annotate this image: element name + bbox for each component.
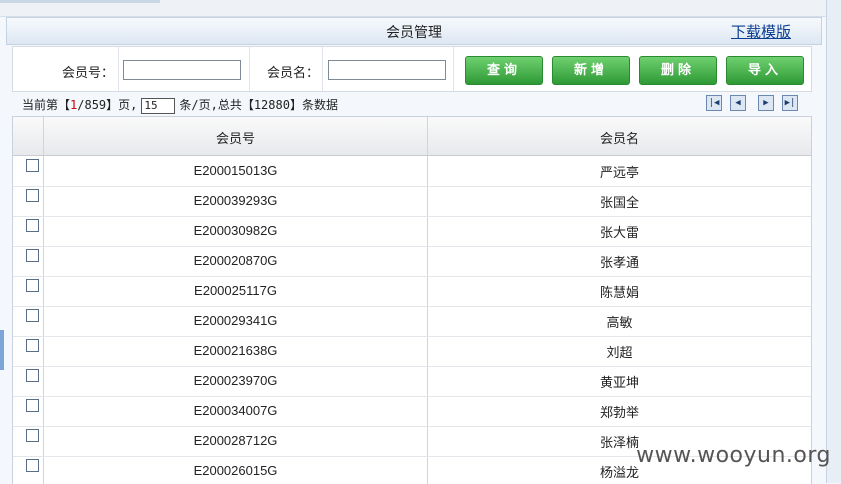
search-form: 会员号： 会员名： 查询 新增 删除 导入 bbox=[12, 46, 812, 92]
table-row[interactable]: E200039293G 张国全 bbox=[13, 186, 811, 217]
pagination-info: 当前第【1/859】页, 15 条/页,总共【12880】条数据 bbox=[22, 96, 338, 114]
column-header-member-no[interactable]: 会员号 bbox=[44, 128, 427, 147]
first-page-icon[interactable]: |◀ bbox=[706, 95, 722, 111]
member-name-cell: 张国全 bbox=[599, 196, 639, 211]
total-records: 12880 bbox=[253, 98, 290, 112]
member-no-cell: E200030982G bbox=[193, 223, 278, 238]
row-checkbox[interactable] bbox=[26, 399, 39, 412]
table-row[interactable]: E200021638G 刘超 bbox=[13, 336, 811, 367]
title-bar: 会员管理 下载模版 bbox=[6, 17, 822, 45]
pagination-bar: 当前第【1/859】页, 15 条/页,总共【12880】条数据 |◀ ◀ ▶ ▶| bbox=[12, 92, 810, 114]
member-no-cell: E200021638G bbox=[193, 343, 278, 358]
member-no-input-cell bbox=[119, 47, 250, 91]
right-scroll-rail[interactable] bbox=[826, 0, 841, 483]
row-checkbox[interactable] bbox=[26, 189, 39, 202]
page-size-input[interactable]: 15 bbox=[141, 97, 176, 114]
row-checkbox[interactable] bbox=[26, 249, 39, 262]
table-row[interactable]: E200023970G 黄亚坤 bbox=[13, 366, 811, 397]
row-checkbox[interactable] bbox=[26, 339, 39, 352]
member-name-cell: 刘超 bbox=[606, 346, 633, 361]
member-name-cell: 高敏 bbox=[606, 316, 633, 331]
member-no-cell: E200023970G bbox=[193, 373, 278, 388]
member-name-cell: 张大雷 bbox=[599, 226, 639, 241]
table-row[interactable]: E200025117G 陈慧娟 bbox=[13, 276, 811, 307]
row-checkbox[interactable] bbox=[26, 159, 39, 172]
member-table: 会员号 会员名 E200015013G 严远亭 E200039293G 张国全 E200… bbox=[12, 116, 812, 484]
table-header: 会员号 会员名 bbox=[13, 117, 811, 156]
member-name-cell: 张孝通 bbox=[599, 256, 639, 271]
member-name-cell: 郑勃举 bbox=[599, 406, 639, 421]
prev-page-icon[interactable]: ◀ bbox=[730, 95, 746, 111]
left-collapse-handle[interactable] bbox=[0, 330, 4, 370]
member-no-label: 会员号： bbox=[61, 66, 114, 81]
add-button[interactable]: 新增 bbox=[552, 56, 630, 85]
member-name-cell: 严远亭 bbox=[599, 166, 639, 181]
table-row[interactable]: E200020870G 张孝通 bbox=[13, 246, 811, 277]
last-page-icon[interactable]: ▶| bbox=[782, 95, 798, 111]
top-tab-indicator bbox=[0, 0, 160, 3]
member-name-input-cell bbox=[323, 47, 454, 91]
total-pages: /859】页, bbox=[77, 98, 138, 112]
member-name-input[interactable] bbox=[328, 60, 446, 80]
page-title: 会员管理 bbox=[386, 25, 442, 41]
member-name-label: 会员名： bbox=[266, 66, 319, 81]
row-checkbox[interactable] bbox=[26, 219, 39, 232]
member-no-cell: E200020870G bbox=[193, 253, 278, 268]
column-header-member-name[interactable]: 会员名 bbox=[428, 128, 811, 147]
table-row[interactable]: E200015013G 严远亭 bbox=[13, 156, 811, 187]
member-no-cell: E200015013G bbox=[193, 163, 278, 178]
pager-prefix: 当前第【 bbox=[22, 98, 71, 112]
row-checkbox[interactable] bbox=[26, 279, 39, 292]
member-no-cell: E200028712G bbox=[193, 433, 278, 448]
pager-middle: 条/页,总共【 bbox=[179, 98, 254, 112]
member-no-cell: E200026015G bbox=[193, 463, 278, 478]
member-no-cell: E200025117G bbox=[194, 283, 277, 298]
member-no-input[interactable] bbox=[123, 60, 241, 80]
member-no-cell: E200039293G bbox=[193, 193, 278, 208]
member-no-cell: E200034007G bbox=[193, 403, 278, 418]
pager-suffix: 】条数据 bbox=[289, 98, 338, 112]
query-button[interactable]: 查询 bbox=[465, 56, 543, 85]
next-page-icon[interactable]: ▶ bbox=[758, 95, 774, 111]
import-button[interactable]: 导入 bbox=[726, 56, 804, 85]
row-checkbox[interactable] bbox=[26, 309, 39, 322]
download-template-link[interactable]: 下载模版 bbox=[731, 21, 791, 42]
table-row[interactable]: E200029341G 高敏 bbox=[13, 306, 811, 337]
watermark-text: www.wooyun.org bbox=[636, 443, 831, 468]
delete-button[interactable]: 删除 bbox=[639, 56, 717, 85]
member-name-cell: 陈慧娟 bbox=[599, 286, 639, 301]
member-no-cell: E200029341G bbox=[193, 313, 278, 328]
member-no-label-cell: 会员号： bbox=[13, 47, 119, 91]
row-checkbox[interactable] bbox=[26, 459, 39, 472]
row-checkbox[interactable] bbox=[26, 429, 39, 442]
top-strip bbox=[0, 0, 841, 17]
member-name-cell: 黄亚坤 bbox=[599, 376, 639, 391]
row-checkbox[interactable] bbox=[26, 369, 39, 382]
table-row[interactable]: E200034007G 郑勃举 bbox=[13, 396, 811, 427]
table-row[interactable]: E200030982G 张大雷 bbox=[13, 216, 811, 247]
member-name-label-cell: 会员名： bbox=[250, 47, 323, 91]
